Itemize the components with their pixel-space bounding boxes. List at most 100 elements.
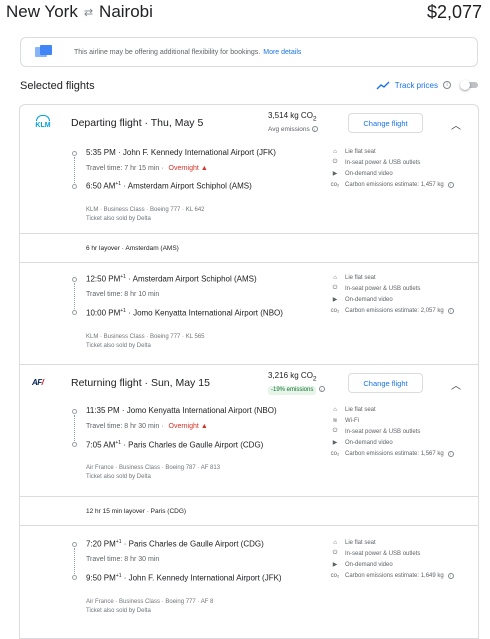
track-prices-control[interactable]: Track prices i [376, 80, 478, 90]
amenities-list: ⌂ Lie flat seat ≋ Wi-Fi ⏻ In-seat power & U… [329, 404, 454, 459]
flight-details: Air France · Business Class · Boeing 777… [86, 598, 213, 617]
emissions-badge: -19% emissions [268, 385, 317, 396]
day-offset: +1 [115, 181, 122, 187]
amenity-label: In-seat power & USB outlets [345, 285, 421, 292]
amenity-item: ⌂ Lie flat seat [329, 146, 454, 157]
arrival-airport: Jomo Kenyatta International Airport (NBO… [133, 308, 283, 318]
amenity-item: ≋ Wi-Fi [329, 415, 454, 426]
wifi-icon: ≋ [332, 418, 338, 424]
amenity-label: Lie flat seat [345, 148, 376, 155]
booking-flexibility-icon [35, 45, 53, 59]
amenity-label: In-seat power & USB outlets [345, 550, 421, 557]
more-details-link[interactable]: More details [263, 49, 301, 56]
power-plug-icon: ⏻ [332, 159, 338, 165]
returning-card-header[interactable]: AF/ Returning flight · Sun, May 15 3,216… [20, 365, 478, 401]
departure-airport: Jomo Kenyatta International Airport (NBO… [126, 406, 277, 415]
flight-info: KLM · Business Class · Boeing 777 · KL 6… [86, 207, 205, 213]
day-offset: +1 [120, 274, 126, 280]
returning-co2: 3,216 kg CO2 -19% emissions i [268, 371, 325, 396]
arrival-row: 10:00 PM+1 · Jomo Kenyatta International… [86, 308, 283, 318]
af-logo-text: AF [32, 378, 42, 387]
departure-row: 12:50 PM+1 · Amsterdam Airport Schiphol … [86, 274, 257, 284]
arrival-row: 6:50 AM+1 · Amsterdam Airport Schiphol (… [86, 181, 252, 191]
change-departing-flight-button[interactable]: Change flight [348, 113, 423, 133]
amenity-label: On-demand video [345, 561, 393, 568]
travel-time: Travel time: 7 hr 15 min [86, 165, 160, 172]
flight-details: KLM · Business Class · Boeing 777 · KL 5… [86, 333, 205, 352]
amenity-item: ▶ On-demand video [329, 168, 454, 179]
arrival-airport: Paris Charles de Gaulle Airport (CDG) [128, 440, 264, 450]
round-trip-arrows-icon: ⇄ [83, 6, 94, 19]
departure-airport: John F. Kennedy International Airport (J… [122, 148, 276, 157]
track-prices-label: Track prices [394, 80, 438, 90]
amenity-label: Carbon emissions estimate: 2,057 kg [345, 307, 444, 314]
amenity-item: ⌂ Lie flat seat [329, 537, 454, 548]
returning-flight-card: AF/ Returning flight · Sun, May 15 3,216… [19, 364, 479, 639]
avg-emissions-label: Avg emissions [268, 125, 310, 133]
info-icon[interactable]: i [318, 386, 325, 393]
seat-icon: ⌂ [333, 406, 337, 413]
layover-text: 12 hr 15 min layover · Paris (CDG) [86, 508, 187, 515]
flight-leg: 12:50 PM+1 · Amsterdam Airport Schiphol … [20, 263, 478, 365]
amenity-label: Lie flat seat [345, 274, 376, 281]
air-france-logo: AF/ [32, 378, 54, 394]
flight-leg: 5:35 PM · John F. Kennedy International … [20, 141, 478, 233]
layover-row: 6 hr layover · Amsterdam (AMS) [20, 233, 478, 263]
amenities-list: ⌂ Lie flat seat ⏻ In-seat power & USB outl… [329, 272, 454, 316]
day-offset: +1 [115, 539, 122, 545]
amenity-label: Lie flat seat [345, 539, 376, 546]
amenity-label: On-demand video [345, 296, 393, 303]
chevron-up-icon[interactable]: ︿ [451, 117, 461, 132]
co2-subscript: 2 [312, 115, 317, 123]
info-icon[interactable]: i [447, 307, 454, 314]
departing-card-header[interactable]: KLM Departing flight · Thu, May 5 3,514 … [20, 105, 478, 141]
seat-icon: ⌂ [333, 148, 337, 155]
change-returning-flight-button[interactable]: Change flight [348, 373, 423, 393]
info-icon[interactable]: i [447, 450, 454, 457]
amenity-label: Carbon emissions estimate: 1,649 kg [345, 572, 444, 579]
sold-by: Ticket also sold by Delta [86, 608, 151, 615]
klm-logo: KLM [32, 115, 54, 131]
track-prices-toggle[interactable] [460, 80, 478, 90]
amenity-item: co₂ Carbon emissions estimate: 2,057 kg i [329, 305, 454, 316]
amenity-label: On-demand video [345, 439, 393, 446]
amenity-label: Carbon emissions estimate: 1,457 kg [345, 181, 444, 188]
departing-flight-card: KLM Departing flight · Thu, May 5 3,514 … [19, 104, 479, 364]
trip-header: New York ⇄ Nairobi $2,077 [6, 2, 484, 24]
travel-time: Travel time: 8 hr 10 min [86, 291, 160, 298]
video-icon: ▶ [332, 440, 338, 446]
banner-message: This airline may be offering additional … [74, 48, 261, 56]
info-icon[interactable]: i [447, 572, 454, 579]
chevron-up-icon[interactable]: ︿ [451, 377, 461, 392]
departure-time: 11:35 PM [86, 406, 120, 415]
flight-details: KLM · Business Class · Boeing 777 · KL 6… [86, 206, 205, 225]
video-icon: ▶ [332, 562, 338, 568]
seat-icon: ⌂ [333, 539, 337, 546]
departure-time: 5:35 PM [86, 148, 116, 157]
amenity-item: ⏻ In-seat power & USB outlets [329, 157, 454, 168]
amenity-label: In-seat power & USB outlets [345, 159, 421, 166]
arrival-row: 7:05 AM+1 · Paris Charles de Gaulle Airp… [86, 440, 264, 450]
info-icon[interactable]: i [311, 126, 318, 133]
travel-time-row: Travel time: 7 hr 15 min · Overnight ▲ [86, 165, 208, 172]
seat-icon: ⌂ [333, 274, 337, 281]
flight-info: Air France · Business Class · Boeing 787… [86, 465, 221, 471]
arrival-time: 9:50 PM [86, 573, 116, 583]
info-icon[interactable]: i [443, 81, 451, 89]
warning-icon: ▲ [200, 165, 208, 172]
amenity-item: ⌂ Lie flat seat [329, 404, 454, 415]
info-icon[interactable]: i [447, 181, 454, 188]
trend-line-icon [376, 81, 390, 89]
flight-details: Air France · Business Class · Boeing 787… [86, 464, 220, 483]
overnight-warning: Overnight [168, 165, 199, 172]
co2-icon: co₂ [330, 307, 340, 314]
co2-icon: co₂ [330, 572, 340, 579]
departure-airport: Amsterdam Airport Schiphol (AMS) [132, 274, 257, 284]
amenity-item: ⌂ Lie flat seat [329, 272, 454, 283]
arrival-time: 6:50 AM [86, 181, 116, 191]
arrival-time: 7:05 AM [86, 440, 116, 450]
travel-time-row: Travel time: 8 hr 30 min · Overnight ▲ [86, 423, 208, 430]
sold-by: Ticket also sold by Delta [86, 216, 151, 223]
flight-info: Air France · Business Class · Boeing 777… [86, 599, 214, 605]
departure-row: 11:35 PM · Jomo Kenyatta International A… [86, 406, 277, 415]
